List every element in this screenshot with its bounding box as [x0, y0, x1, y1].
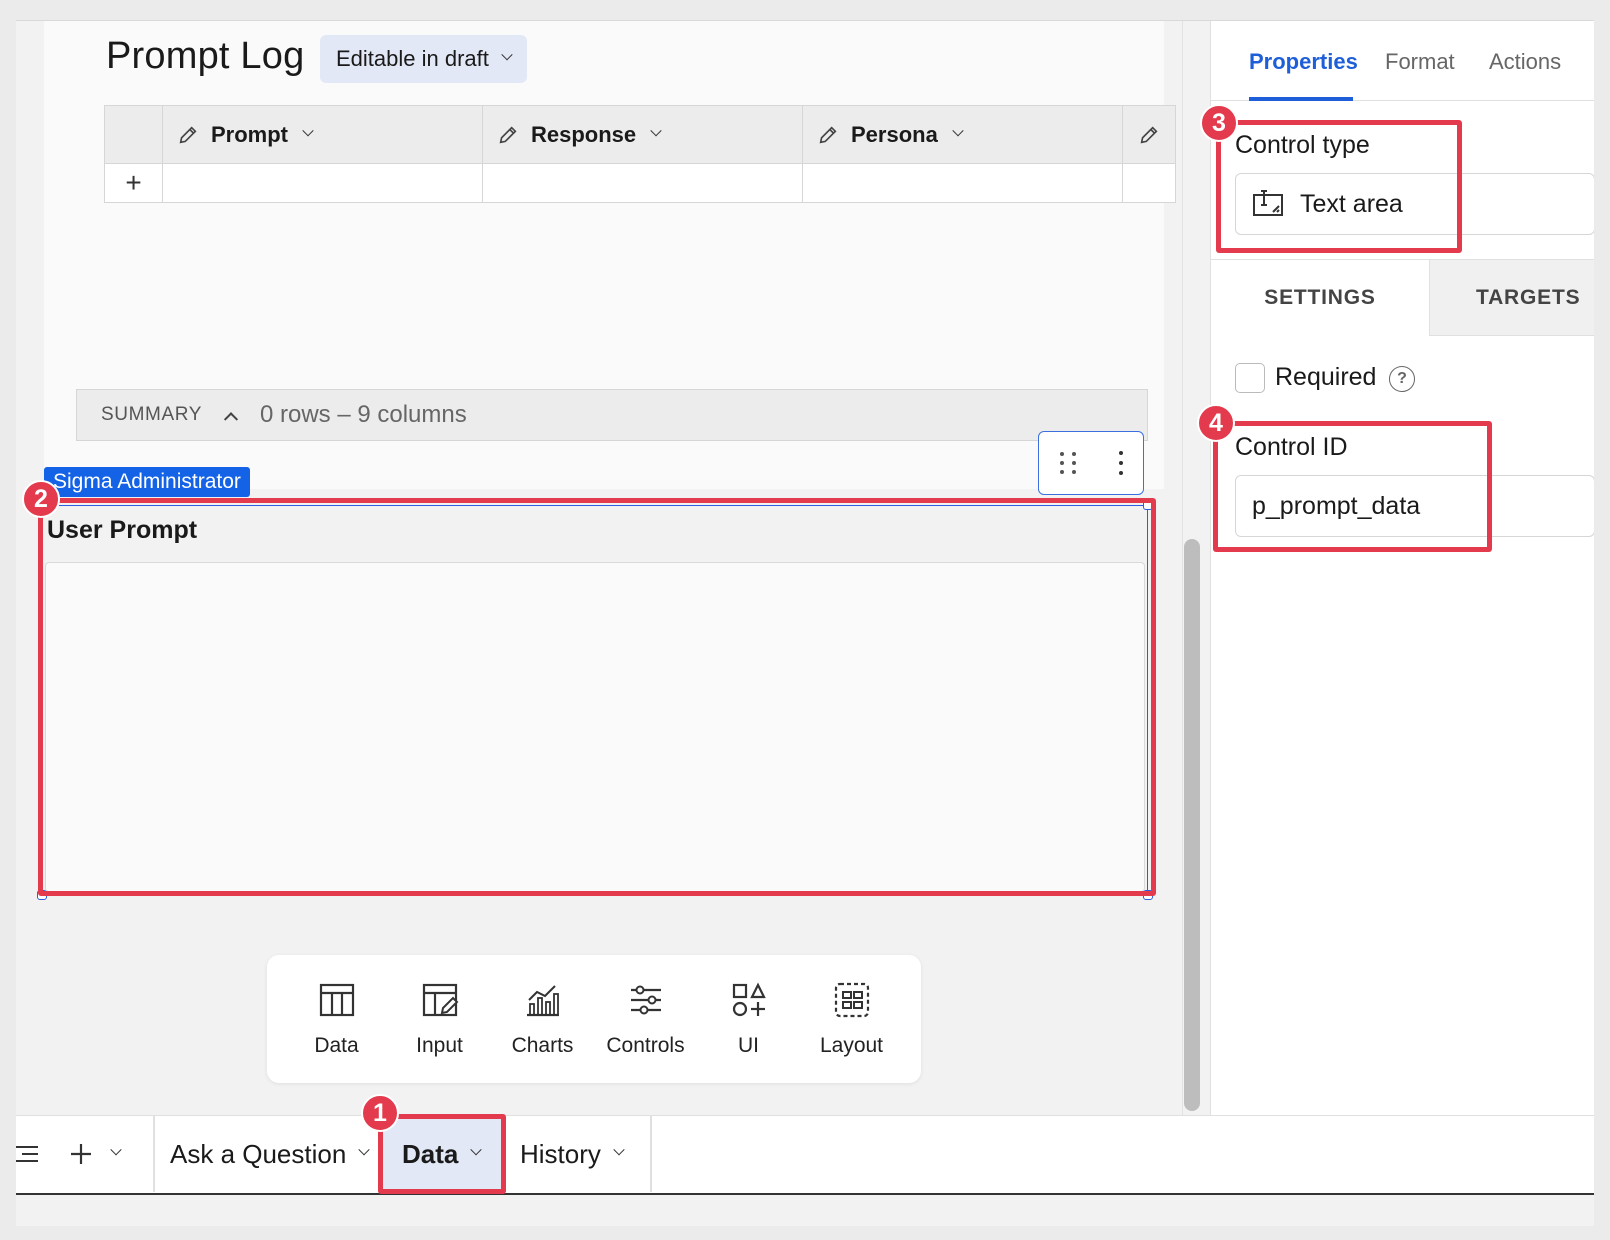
- element-bar-ui[interactable]: UI: [697, 955, 800, 1083]
- tab-label: History: [520, 1138, 601, 1169]
- required-checkbox[interactable]: [1235, 363, 1265, 393]
- column-header-more[interactable]: [1123, 106, 1175, 163]
- chevron-down-icon[interactable]: [110, 1144, 122, 1156]
- chevron-down-icon: [613, 1144, 625, 1156]
- input-table-icon: [422, 983, 458, 1017]
- add-row-button[interactable]: +: [105, 164, 163, 202]
- annotation-badge-3: 3: [1200, 104, 1238, 142]
- element-bar-label: UI: [738, 1034, 759, 1057]
- tab-settings[interactable]: SETTINGS: [1211, 260, 1429, 336]
- element-bar-label: Controls: [606, 1034, 685, 1057]
- row-number-header: [105, 106, 163, 163]
- active-tab-indicator: [1249, 97, 1353, 101]
- input-table-element: Prompt Log Editable in draft Prompt Resp…: [44, 21, 1176, 489]
- element-bar-label: Input: [416, 1034, 463, 1057]
- chart-icon: [526, 985, 559, 1017]
- element-bar-charts[interactable]: Charts: [491, 955, 594, 1083]
- table-cell[interactable]: [1123, 164, 1175, 202]
- drag-handle-icon[interactable]: [1059, 452, 1078, 474]
- table-cell[interactable]: [483, 164, 803, 202]
- element-toolbar: [1038, 431, 1144, 495]
- element-bar: Data Input Charts Controls UI Layout: [267, 955, 921, 1083]
- pencil-icon: [499, 125, 517, 143]
- tab-divider: [153, 1116, 155, 1192]
- required-label: Required: [1275, 363, 1377, 391]
- annotation-badge-4: 4: [1197, 404, 1235, 442]
- editable-mode-label: Editable in draft: [336, 46, 489, 71]
- chevron-down-icon: [650, 124, 662, 136]
- column-label: Prompt: [211, 121, 288, 147]
- tab-divider: [650, 1116, 652, 1192]
- element-bar-label: Charts: [511, 1034, 574, 1057]
- element-bar-controls[interactable]: Controls: [594, 955, 697, 1083]
- help-icon[interactable]: ?: [1389, 366, 1415, 392]
- table-cell[interactable]: [163, 164, 483, 202]
- layout-icon: [834, 982, 869, 1018]
- panel-tabs: Properties Format Actions: [1211, 21, 1594, 101]
- column-header-response[interactable]: Response: [483, 106, 803, 163]
- tab-actions[interactable]: Actions: [1489, 49, 1561, 75]
- column-label: Response: [531, 121, 637, 147]
- chevron-down-icon: [358, 1144, 370, 1156]
- column-label: Persona: [851, 121, 938, 147]
- tab-properties[interactable]: Properties: [1249, 49, 1358, 75]
- tab-ask-a-question[interactable]: Ask a Question: [170, 1116, 380, 1192]
- editable-mode-dropdown[interactable]: Editable in draft: [320, 35, 527, 83]
- annotation-box-1: [378, 1114, 506, 1194]
- canvas-scrollbar-thumb[interactable]: [1184, 539, 1200, 1111]
- panel-section-tabs: SETTINGS TARGETS: [1211, 259, 1594, 336]
- tab-label: Ask a Question: [170, 1138, 347, 1169]
- annotation-badge-1: 1: [361, 1094, 399, 1132]
- column-header-prompt[interactable]: Prompt: [163, 106, 483, 163]
- chevron-down-icon: [952, 124, 964, 136]
- tab-targets[interactable]: TARGETS: [1429, 260, 1594, 336]
- plus-icon: [71, 1144, 91, 1164]
- more-options-icon[interactable]: [1118, 451, 1123, 475]
- element-bar-input[interactable]: Input: [388, 955, 491, 1083]
- annotation-box-4: [1213, 421, 1492, 552]
- element-bar-layout[interactable]: Layout: [800, 955, 903, 1083]
- pencil-icon: [1140, 125, 1158, 143]
- summary-label: SUMMARY: [101, 404, 202, 425]
- page-tab-bar: Ask a Question Data History: [16, 1115, 1594, 1195]
- summary-bar[interactable]: SUMMARY 0 rows – 9 columns: [76, 389, 1148, 441]
- pencil-icon: [819, 125, 837, 143]
- element-bar-data[interactable]: Data: [285, 955, 388, 1083]
- pencil-icon: [179, 125, 197, 143]
- element-bar-label: Data: [314, 1034, 359, 1057]
- tab-history[interactable]: History: [520, 1116, 650, 1192]
- add-page-button[interactable]: [70, 1116, 122, 1192]
- page-list-button[interactable]: [16, 1116, 46, 1192]
- column-header-persona[interactable]: Persona: [803, 106, 1123, 163]
- annotation-box-2: [38, 498, 1156, 896]
- page-title: Prompt Log: [106, 35, 305, 77]
- chevron-up-icon[interactable]: [223, 412, 239, 427]
- summary-info: 0 rows – 9 columns: [259, 401, 467, 428]
- shapes-icon: [732, 982, 766, 1017]
- table-row: +: [105, 164, 1175, 202]
- input-table: Prompt Response Persona +: [104, 105, 1176, 203]
- table-cell[interactable]: [803, 164, 1123, 202]
- list-icon: [16, 1146, 38, 1162]
- annotation-box-3: [1216, 120, 1462, 253]
- element-bar-label: Layout: [819, 1034, 884, 1057]
- chevron-down-icon: [302, 124, 314, 136]
- annotation-badge-2: 2: [22, 480, 60, 518]
- chevron-down-icon: [501, 49, 513, 61]
- table-icon: [319, 983, 354, 1017]
- selected-by-tag: Sigma Administrator: [44, 467, 250, 497]
- sliders-icon: [630, 985, 661, 1015]
- table-header-row: Prompt Response Persona: [105, 106, 1175, 164]
- tab-format[interactable]: Format: [1385, 49, 1455, 75]
